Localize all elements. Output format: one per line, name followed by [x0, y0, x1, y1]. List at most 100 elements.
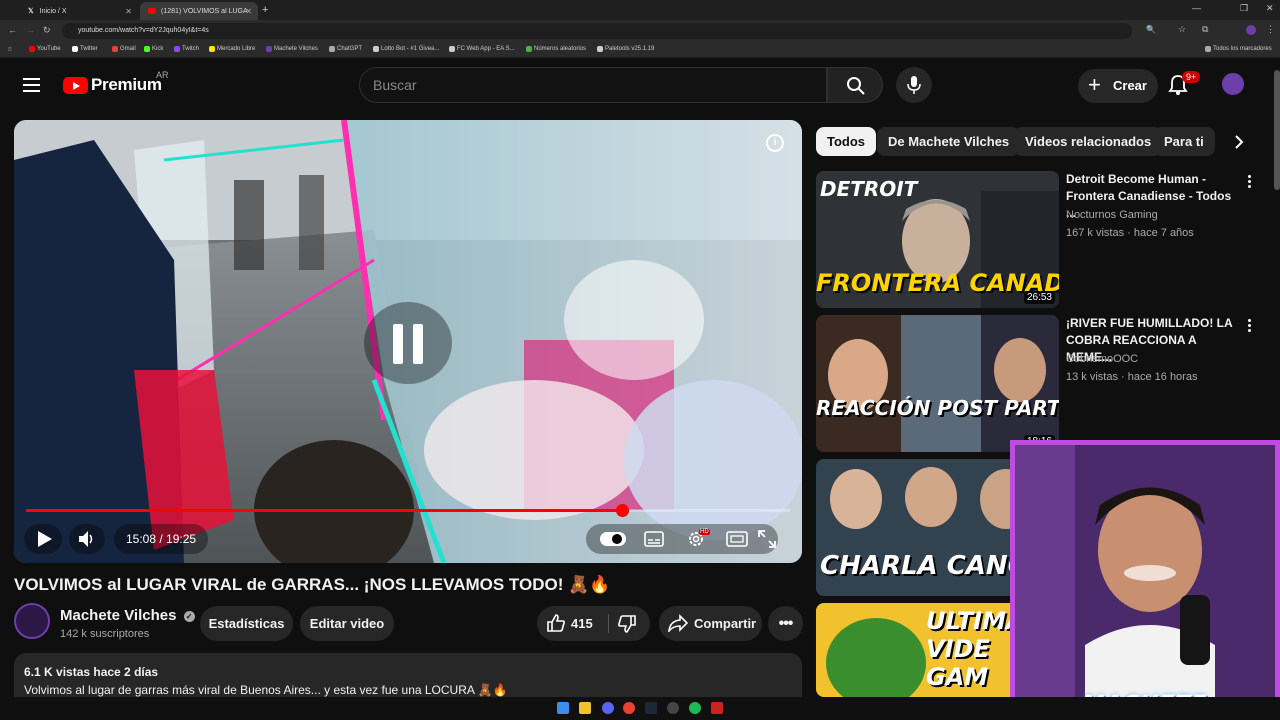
browser-address-bar: ← → ↻ youtube.com/watch?v=dY2Jquh04yI&t=… [0, 20, 1280, 42]
profile-icon[interactable] [1246, 25, 1256, 35]
chip-related[interactable]: Videos relacionados [1014, 127, 1163, 156]
rec-thumbnail[interactable]: REACCIÓN POST PARTIDO 18:16 [816, 315, 1059, 452]
tab-youtube[interactable]: (1281) VOLVIMOS al LUGAR ✕ [140, 2, 258, 20]
reload-icon[interactable]: ↻ [43, 25, 51, 36]
view-date-meta: 6.1 K vistas hace 2 días [24, 665, 159, 679]
channel-name[interactable]: Machete Vilches ✓ [60, 607, 195, 624]
more-vertical-icon[interactable] [1248, 319, 1252, 334]
avatar[interactable] [1220, 71, 1246, 97]
pause-overlay-icon[interactable] [364, 302, 452, 384]
fullscreen-icon[interactable] [758, 530, 776, 548]
bookmark-item[interactable]: Números aleatorios [526, 46, 586, 52]
discord-icon[interactable] [602, 702, 614, 714]
close-tab-icon[interactable]: ✕ [125, 7, 132, 16]
captions-icon[interactable] [644, 531, 664, 547]
autoplay-toggle[interactable] [600, 532, 626, 546]
thumbnail-image [816, 315, 1059, 452]
file-explorer-icon[interactable] [579, 702, 591, 714]
bookmark-item[interactable]: Lotto Bot - #1 Givea... [373, 46, 439, 52]
edit-video-button[interactable]: Editar video [300, 606, 394, 641]
app-icon[interactable] [711, 702, 723, 714]
bookmark-item[interactable]: Twitch [174, 46, 199, 52]
obs-icon[interactable] [667, 702, 679, 714]
video-player[interactable]: i 15:08 / 19:25 HD [14, 120, 802, 563]
search-input[interactable]: Buscar [359, 67, 827, 103]
info-icon[interactable]: i [766, 134, 784, 152]
description-text: Volvimos al lugar de garras más viral de… [24, 683, 508, 697]
rec-meta: 13 k vistas · hace 16 horas [1066, 371, 1198, 383]
theater-mode-icon[interactable] [726, 531, 748, 547]
back-icon[interactable]: ← [8, 25, 17, 35]
menu-icon[interactable]: ⋮ [1266, 24, 1275, 35]
dislike-button[interactable] [609, 606, 650, 641]
bookmark-item[interactable]: Paletools v25.1.19 [597, 46, 654, 52]
youtube-logo-icon[interactable] [63, 77, 88, 94]
scrubber-handle[interactable] [615, 504, 629, 517]
spotify-icon[interactable] [689, 702, 701, 714]
volume-button[interactable] [69, 524, 105, 554]
chevron-right-icon [1235, 135, 1244, 149]
country-code: AR [156, 70, 169, 80]
close-tab-icon[interactable]: ✕ [245, 7, 252, 16]
forward-icon[interactable]: → [26, 25, 35, 35]
create-button[interactable]: + Crear [1078, 69, 1158, 103]
all-bookmarks-folder[interactable]: Todos los marcadores [1205, 46, 1272, 52]
chips-next-button[interactable] [1222, 126, 1254, 158]
like-button[interactable]: 415 [537, 606, 607, 641]
tab-x[interactable]: 𝕏 Inicio / X ✕ [20, 2, 138, 20]
tab-label: (1281) VOLVIMOS al LUGAR [161, 7, 247, 15]
share-button[interactable]: Compartir [659, 606, 762, 641]
bookmark-item[interactable]: ChatGPT [329, 46, 362, 52]
play-button[interactable] [24, 524, 62, 554]
voice-search-button[interactable] [896, 67, 932, 103]
more-actions-button[interactable]: ••• [768, 606, 803, 641]
search-icon [847, 77, 865, 95]
player-controls-right: HD [586, 524, 778, 554]
search-button[interactable] [827, 67, 883, 103]
time-display: 15:08 / 19:25 [114, 524, 209, 554]
minimize-window-button[interactable]: — [1192, 3, 1201, 13]
bookmark-item[interactable]: YouTube [29, 46, 61, 52]
brand-label[interactable]: Premium [91, 75, 162, 95]
more-vertical-icon[interactable] [1248, 175, 1252, 190]
chrome-icon[interactable] [623, 702, 635, 714]
thumbnail-text-top: DETROIT [820, 177, 918, 201]
extensions-icon[interactable]: ⧉ [1202, 24, 1208, 35]
tab-label: Inicio / X [39, 7, 67, 15]
chip-todos[interactable]: Todos [816, 127, 877, 156]
windows-start-icon[interactable] [557, 702, 569, 714]
channel-avatar[interactable] [14, 603, 50, 639]
bookmark-item[interactable]: Kick [144, 46, 163, 52]
bookmark-item[interactable]: Mercado Libre [209, 46, 255, 52]
stats-button[interactable]: Estadísticas [200, 606, 293, 641]
plus-icon: + [1088, 72, 1101, 97]
restore-window-button[interactable]: ❐ [1240, 3, 1248, 14]
microphone-icon [907, 76, 921, 94]
webcam-overlay: MACHETE [1010, 440, 1280, 720]
zoom-icon[interactable]: 🔍 [1146, 25, 1156, 34]
youtube-header: Premium AR Buscar + Crear 9+ [0, 58, 1280, 114]
rec-channel[interactable]: Nocturnos Gaming [1066, 209, 1158, 221]
bookmark-item[interactable]: FC Web App - EA S... [449, 46, 515, 52]
url-field[interactable]: youtube.com/watch?v=dY2Jquh04yI&t=4s [62, 23, 1132, 39]
volume-icon [79, 531, 93, 547]
bookmark-item[interactable]: Machete Vilches [266, 46, 318, 52]
close-window-button[interactable]: ✕ [1266, 3, 1274, 14]
chip-channel[interactable]: De Machete Vilches [877, 127, 1021, 156]
chip-for-you[interactable]: Para ti [1153, 127, 1215, 156]
bookmark-star-icon[interactable]: ☆ [1178, 24, 1186, 35]
new-tab-button[interactable]: + [262, 4, 268, 16]
apps-icon[interactable]: ⁝⁝ [8, 46, 12, 53]
page-scrollbar[interactable] [1274, 70, 1280, 190]
x-logo-icon: 𝕏 [28, 8, 34, 15]
rec-thumbnail[interactable]: DETROIT FRONTERA CANADIENSE 26:53 [816, 171, 1059, 308]
progress-bar[interactable] [26, 504, 790, 517]
steam-icon[interactable] [645, 702, 657, 714]
browser-tab-bar: 𝕏 Inicio / X ✕ (1281) VOLVIMOS al LUGAR … [0, 0, 1280, 20]
menu-icon[interactable] [23, 78, 40, 96]
rec-channel[interactable]: CobrismoOOC [1066, 353, 1138, 365]
bookmark-item[interactable]: Gmail [112, 46, 136, 52]
bookmark-item[interactable]: Twitter [72, 46, 98, 52]
webcam-image [1015, 445, 1275, 715]
verified-check-icon: ✓ [183, 610, 195, 622]
